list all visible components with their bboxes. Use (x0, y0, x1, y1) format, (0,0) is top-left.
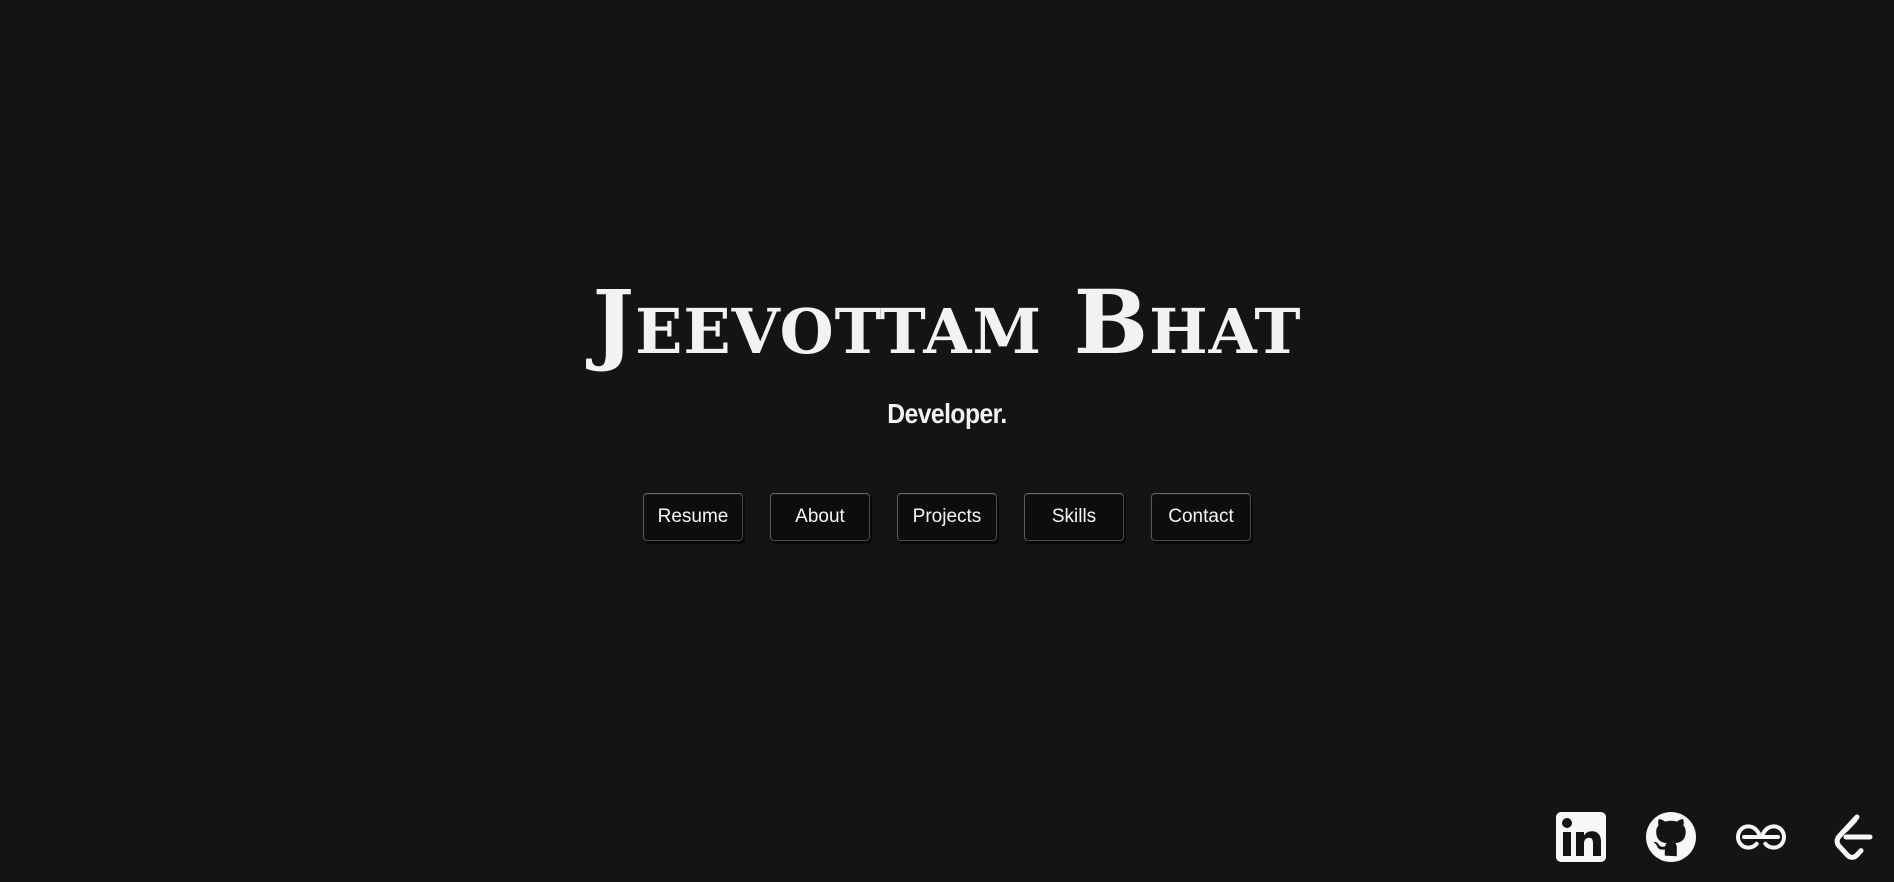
github-link[interactable] (1646, 812, 1696, 862)
resume-button[interactable]: Resume (643, 493, 743, 541)
contact-button[interactable]: Contact (1151, 493, 1251, 541)
hero-section: Jeevottam Bhat Developer. Resume About P… (0, 0, 1894, 882)
github-icon (1646, 812, 1696, 862)
page-title: Jeevottam Bhat (592, 270, 1302, 374)
leetcode-icon (1834, 814, 1873, 860)
about-button[interactable]: About (770, 493, 870, 541)
linkedin-link[interactable] (1556, 812, 1606, 862)
leetcode-link[interactable] (1826, 812, 1876, 862)
geeksforgeeks-icon (1736, 824, 1786, 850)
geeksforgeeks-link[interactable] (1736, 812, 1786, 862)
linkedin-icon (1556, 812, 1606, 862)
skills-button[interactable]: Skills (1024, 493, 1124, 541)
projects-button[interactable]: Projects (897, 493, 997, 541)
main-navigation: Resume About Projects Skills Contact (0, 493, 1894, 541)
social-links (1556, 812, 1876, 862)
page-subtitle: Developer. (887, 398, 1007, 429)
